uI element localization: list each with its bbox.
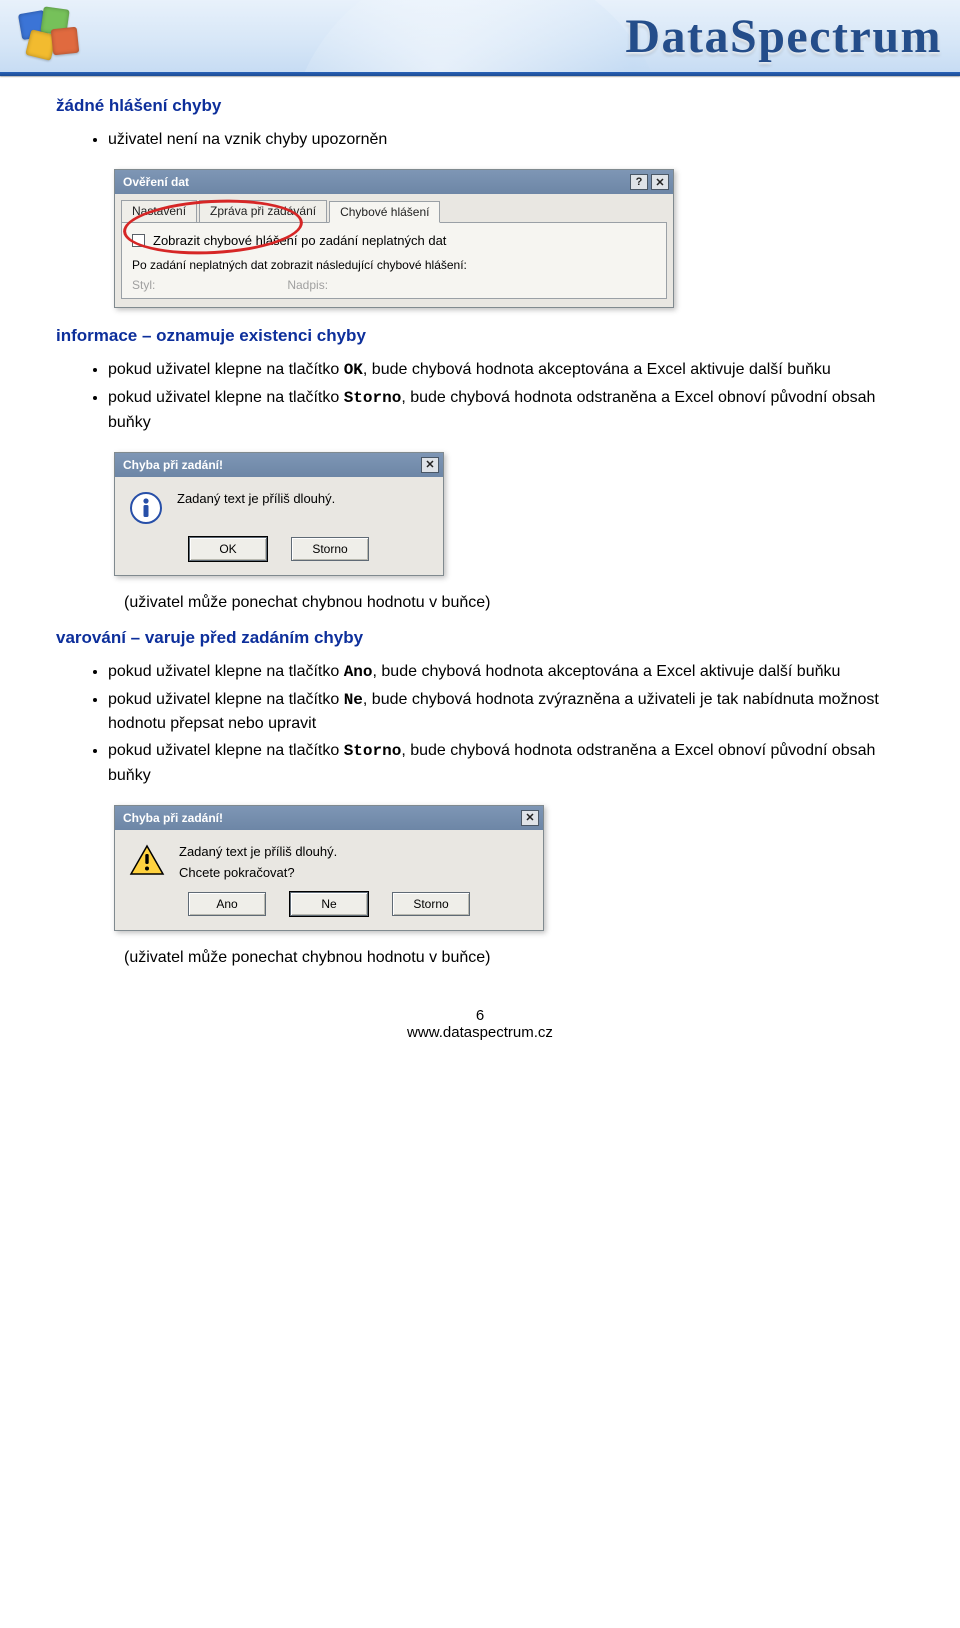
titlebar-text: Ověření dat: [123, 175, 189, 189]
kw: OK: [344, 361, 363, 379]
checkbox-label: Zobrazit chybové hlášení po zadání nepla…: [153, 233, 446, 248]
cancel-button[interactable]: Storno: [291, 537, 369, 561]
heading-warn: varování – varuje před zadáním chyby: [56, 628, 904, 648]
warn-message-1: Zadaný text je příliš dlouhý.: [179, 844, 337, 859]
brand-wordmark: DataSpectrum: [625, 9, 942, 64]
titlebar-text: Chyba při zadání!: [123, 458, 223, 472]
bullet-warn-3: pokud uživatel klepne na tlačítko Storno…: [108, 739, 904, 786]
close-button[interactable]: ✕: [651, 174, 669, 190]
warning-icon: [129, 844, 165, 876]
bullet-none-1: uživatel není na vznik chyby upozorněn: [108, 128, 904, 151]
dialog-warn: Chyba při zadání! ✕ Zadaný text je příli…: [114, 805, 544, 931]
note-warn: (uživatel může ponechat chybnou hodnotu …: [124, 949, 904, 967]
show-error-checkbox[interactable]: [132, 234, 145, 247]
page-header: DataSpectrum: [0, 0, 960, 72]
kw: Storno: [344, 742, 402, 760]
heading-none: žádné hlášení chyby: [56, 96, 904, 116]
t: , bude chybová hodnota akceptována a Exc…: [363, 361, 831, 378]
bullet-info-1: pokud uživatel klepne na tlačítko OK, bu…: [108, 358, 904, 382]
cancel-button[interactable]: Storno: [392, 892, 470, 916]
t: , bude chybová hodnota akceptována a Exc…: [373, 663, 841, 680]
ok-button[interactable]: OK: [189, 537, 267, 561]
bullet-warn-1: pokud uživatel klepne na tlačítko Ano, b…: [108, 660, 904, 684]
t: pokud uživatel klepne na tlačítko: [108, 742, 344, 759]
close-button[interactable]: ✕: [521, 810, 539, 826]
footer-url: www.dataspectrum.cz: [56, 1024, 904, 1041]
tab-settings[interactable]: Nastavení: [121, 200, 197, 222]
grey-style: Styl:: [132, 278, 155, 292]
dialog-validation: Ověření dat ? ✕ Nastavení Zpráva při zad…: [114, 169, 674, 308]
note-info: (uživatel může ponechat chybnou hodnotu …: [124, 594, 904, 612]
titlebar-validation: Ověření dat ? ✕: [115, 170, 673, 194]
page-number: 6: [56, 1007, 904, 1024]
heading-info: informace – oznamuje existenci chyby: [56, 326, 904, 346]
bullet-warn-2: pokud uživatel klepne na tlačítko Ne, bu…: [108, 688, 904, 735]
info-icon: [129, 491, 163, 525]
titlebar-info: Chyba při zadání! ✕: [115, 453, 443, 477]
kw: Ne: [344, 691, 363, 709]
kw: Storno: [344, 389, 402, 407]
t: pokud uživatel klepne na tlačítko: [108, 691, 344, 708]
info-message: Zadaný text je příliš dlouhý.: [177, 491, 335, 506]
t: pokud uživatel klepne na tlačítko: [108, 389, 344, 406]
bullet-info-2: pokud uživatel klepne na tlačítko Storno…: [108, 386, 904, 433]
t: pokud uživatel klepne na tlačítko: [108, 361, 344, 378]
close-button[interactable]: ✕: [421, 457, 439, 473]
no-button[interactable]: Ne: [290, 892, 368, 916]
titlebar-warn: Chyba při zadání! ✕: [115, 806, 543, 830]
help-button[interactable]: ?: [630, 174, 648, 190]
tab-error-alert[interactable]: Chybové hlášení: [329, 201, 440, 223]
titlebar-text: Chyba při zadání!: [123, 811, 223, 825]
tab-input-msg[interactable]: Zpráva při zadávání: [199, 200, 327, 222]
kw: Ano: [344, 663, 373, 681]
dialog-info: Chyba při zadání! ✕ Zadaný text je příli…: [114, 452, 444, 576]
subtext: Po zadání neplatných dat zobrazit násled…: [132, 258, 656, 272]
logo-icon: [18, 8, 90, 64]
yes-button[interactable]: Ano: [188, 892, 266, 916]
warn-message-2: Chcete pokračovat?: [179, 865, 337, 880]
grey-title: Nadpis:: [287, 278, 328, 292]
t: pokud uživatel klepne na tlačítko: [108, 663, 344, 680]
